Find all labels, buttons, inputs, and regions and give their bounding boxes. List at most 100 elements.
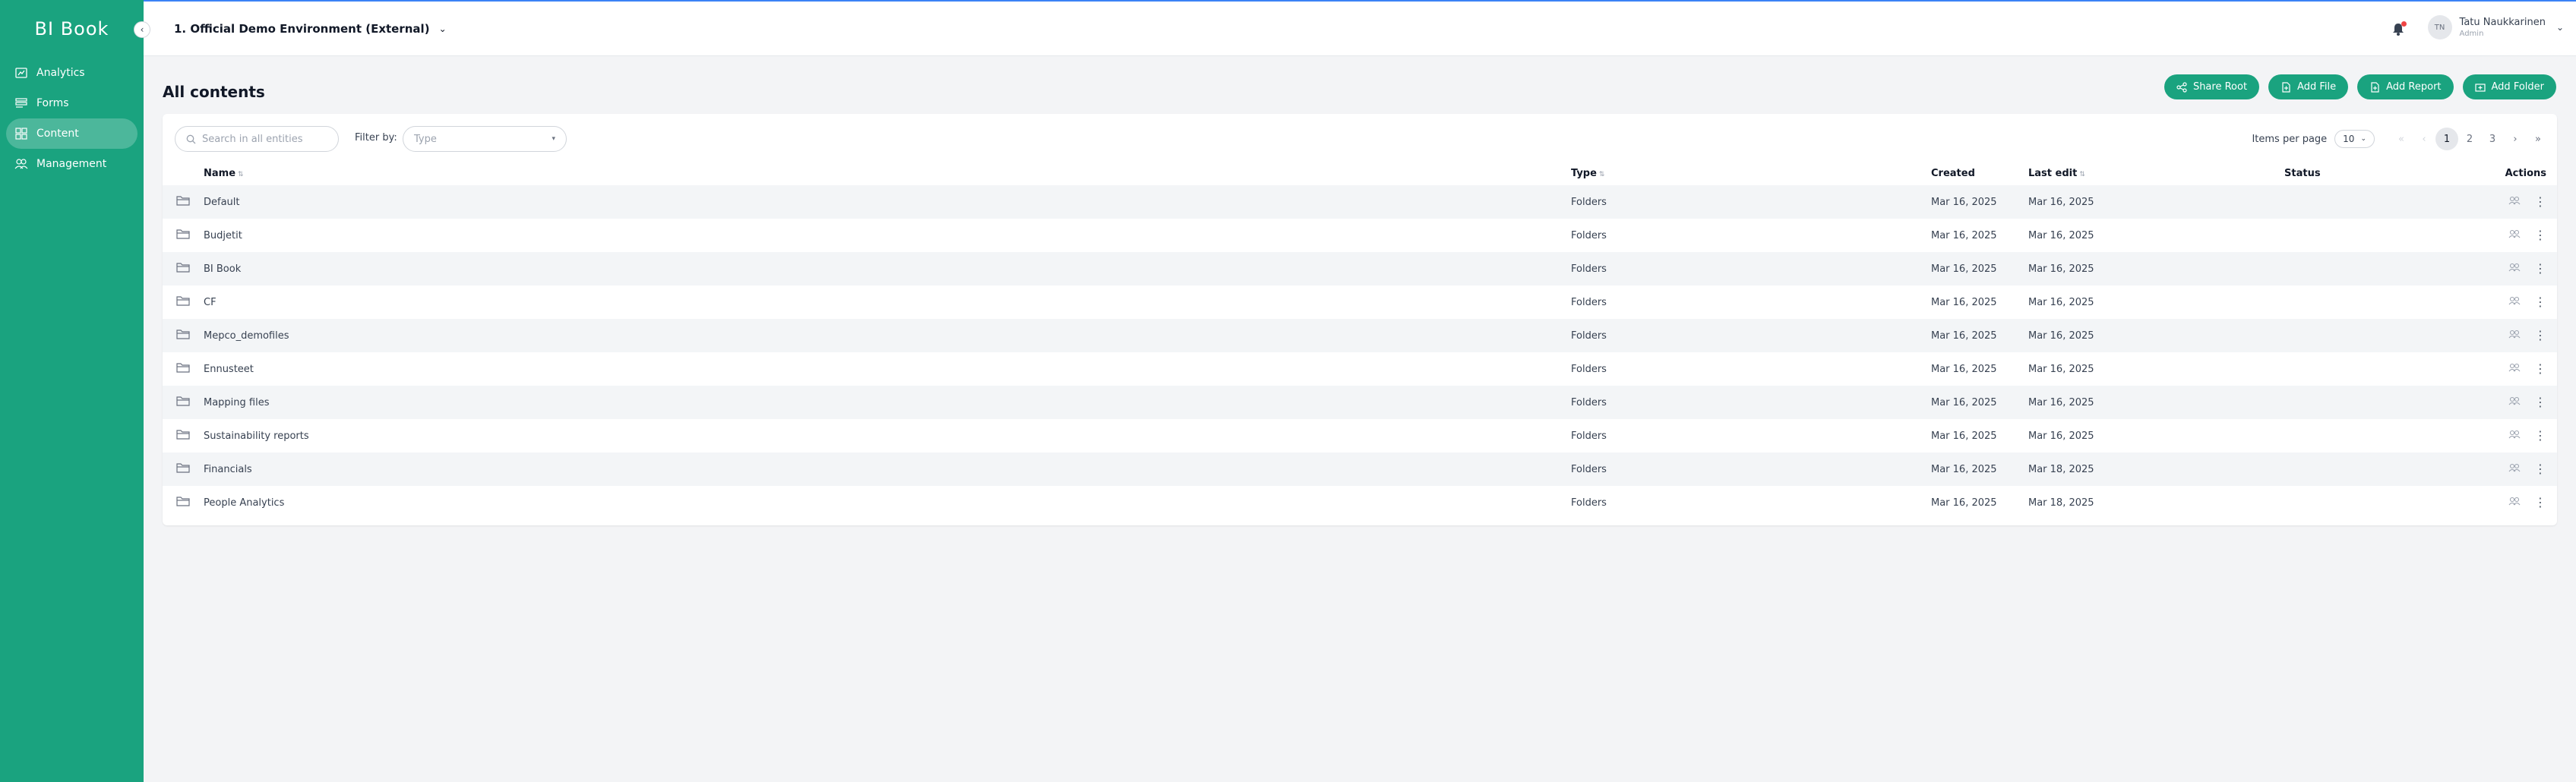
- column-label: Last edit: [2028, 167, 2078, 179]
- action-buttons: Share Root Add File Add Report Add Folde…: [2164, 74, 2556, 99]
- table-row[interactable]: Financials Folders Mar 16, 2025 Mar 18, 202…: [163, 452, 2557, 486]
- more-options-icon[interactable]: ⋮: [2534, 296, 2546, 308]
- type-column-header[interactable]: Type ⇅: [1571, 161, 1931, 185]
- share-users-icon[interactable]: [2508, 363, 2521, 375]
- sidebar-item-content[interactable]: Content: [6, 118, 137, 149]
- more-options-icon[interactable]: ⋮: [2534, 196, 2546, 208]
- items-per-page-select[interactable]: 10 ⌄: [2334, 130, 2375, 148]
- chevron-left-icon: ‹: [140, 24, 144, 35]
- add-file-button[interactable]: Add File: [2268, 74, 2349, 99]
- more-options-icon[interactable]: ⋮: [2534, 363, 2546, 375]
- notifications-button[interactable]: [2391, 21, 2407, 38]
- row-name[interactable]: Mepco_demofiles: [204, 319, 1571, 352]
- row-name[interactable]: Financials: [204, 452, 1571, 486]
- page-1-button[interactable]: 1: [2435, 128, 2458, 150]
- last-page-button[interactable]: »: [2527, 128, 2549, 150]
- sidebar-item-label: Analytics: [36, 67, 85, 79]
- actions-column-header: Actions: [2489, 161, 2557, 185]
- chevron-down-icon: ⌄: [438, 24, 447, 34]
- share-icon: [2176, 81, 2187, 93]
- more-options-icon[interactable]: ⋮: [2534, 463, 2546, 475]
- row-icon-cell: [163, 386, 204, 419]
- row-created: Mar 16, 2025: [1931, 296, 1997, 308]
- page-2-button[interactable]: 2: [2458, 128, 2481, 150]
- row-name[interactable]: BI Book: [204, 252, 1571, 285]
- row-type: Folders: [1571, 463, 1607, 475]
- row-created: Mar 16, 2025: [1931, 497, 1997, 509]
- folder-add-icon: [2474, 83, 2486, 92]
- page-3-button[interactable]: 3: [2481, 128, 2504, 150]
- row-status: [2284, 285, 2489, 319]
- add-folder-button[interactable]: Add Folder: [2462, 74, 2556, 99]
- search-box[interactable]: [175, 126, 339, 152]
- next-page-button[interactable]: ›: [2504, 128, 2527, 150]
- sort-icon: ⇅: [2079, 170, 2085, 178]
- row-name[interactable]: People Analytics: [204, 486, 1571, 519]
- row-actions: ⋮: [2489, 185, 2557, 219]
- share-users-icon[interactable]: [2508, 463, 2521, 475]
- row-name[interactable]: Budjetit: [204, 219, 1571, 252]
- last-edit-column-header[interactable]: Last edit ⇅: [2028, 161, 2284, 185]
- type-filter-select[interactable]: Type ▾: [403, 126, 567, 152]
- table-row[interactable]: People Analytics Folders Mar 16, 2025 Mar 1…: [163, 486, 2557, 519]
- row-name[interactable]: Sustainability reports: [204, 419, 1571, 452]
- folder-icon: [176, 497, 190, 509]
- share-root-button[interactable]: Share Root: [2164, 74, 2260, 99]
- table-row[interactable]: BI Book Folders Mar 16, 2025 Mar 16, 2025 ⋮: [163, 252, 2557, 285]
- share-users-icon[interactable]: [2508, 330, 2521, 342]
- row-type: Folders: [1571, 330, 1607, 342]
- sidebar-item-management[interactable]: Management: [6, 149, 137, 179]
- share-users-icon[interactable]: [2508, 396, 2521, 408]
- user-menu[interactable]: TN Tatu Naukkarinen Admin ⌄: [2427, 15, 2564, 39]
- row-created: Mar 16, 2025: [1931, 363, 1997, 375]
- add-report-button[interactable]: Add Report: [2357, 74, 2454, 99]
- first-page-button[interactable]: «: [2390, 128, 2413, 150]
- row-name[interactable]: Ennusteet: [204, 352, 1571, 386]
- user-role: Admin: [2459, 30, 2484, 38]
- more-options-icon[interactable]: ⋮: [2534, 497, 2546, 509]
- row-name[interactable]: Default: [204, 185, 1571, 219]
- row-name[interactable]: CF: [204, 285, 1571, 319]
- row-actions: ⋮: [2489, 486, 2557, 519]
- table-row[interactable]: Sustainability reports Folders Mar 16, 202…: [163, 419, 2557, 452]
- table-row[interactable]: Budjetit Folders Mar 16, 2025 Mar 16, 2025 ⋮: [163, 219, 2557, 252]
- row-actions: ⋮: [2489, 419, 2557, 452]
- share-users-icon[interactable]: [2508, 263, 2521, 275]
- table-row[interactable]: Ennusteet Folders Mar 16, 2025 Mar 16, 2025…: [163, 352, 2557, 386]
- row-icon-cell: [163, 452, 204, 486]
- sidebar-item-analytics[interactable]: Analytics: [6, 58, 137, 88]
- share-users-icon[interactable]: [2508, 296, 2521, 308]
- collapse-sidebar-button[interactable]: ‹: [134, 21, 150, 38]
- report-add-icon: [2371, 81, 2379, 93]
- table-row[interactable]: Mepco_demofiles Folders Mar 16, 2025 Mar 16…: [163, 319, 2557, 352]
- table-row[interactable]: Mapping files Folders Mar 16, 2025 Mar 16, …: [163, 386, 2557, 419]
- share-users-icon[interactable]: [2508, 196, 2521, 208]
- environment-selector[interactable]: 1. Official Demo Environment (External) …: [174, 22, 447, 36]
- share-users-icon[interactable]: [2508, 497, 2521, 509]
- row-name[interactable]: Mapping files: [204, 386, 1571, 419]
- more-options-icon[interactable]: ⋮: [2534, 430, 2546, 442]
- share-users-icon[interactable]: [2508, 229, 2521, 241]
- page-title: All contents: [163, 83, 265, 101]
- table-row[interactable]: Default Folders Mar 16, 2025 Mar 16, 2025 ⋮: [163, 185, 2557, 219]
- sidebar-item-label: Content: [36, 128, 79, 140]
- row-status: [2284, 452, 2489, 486]
- name-column-header[interactable]: Name ⇅: [204, 161, 1571, 185]
- folder-icon: [176, 196, 190, 209]
- table-row[interactable]: CF Folders Mar 16, 2025 Mar 16, 2025 ⋮: [163, 285, 2557, 319]
- search-input[interactable]: [202, 133, 331, 145]
- row-type: Folders: [1571, 196, 1607, 208]
- share-users-icon[interactable]: [2508, 430, 2521, 442]
- more-options-icon[interactable]: ⋮: [2534, 330, 2546, 342]
- sidebar-item-forms[interactable]: Forms: [6, 88, 137, 118]
- more-options-icon[interactable]: ⋮: [2534, 263, 2546, 275]
- row-type: Folders: [1571, 497, 1607, 509]
- caret-down-icon: ▾: [552, 135, 555, 143]
- prev-page-button[interactable]: ‹: [2413, 128, 2435, 150]
- more-options-icon[interactable]: ⋮: [2534, 229, 2546, 241]
- share-root-label: Share Root: [2192, 81, 2248, 93]
- more-options-icon[interactable]: ⋮: [2534, 396, 2546, 408]
- row-status: [2284, 219, 2489, 252]
- folder-icon: [176, 296, 190, 309]
- row-last-edit: Mar 16, 2025: [2028, 396, 2094, 408]
